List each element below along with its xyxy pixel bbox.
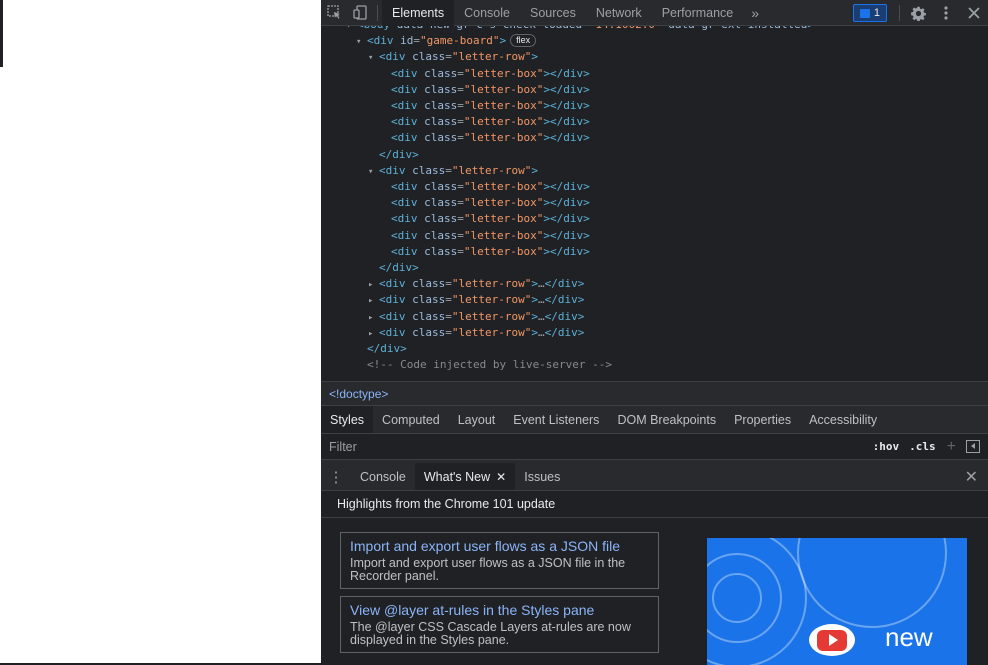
dom-node-line[interactable]: ▸ <div class="letter-row">…</div>: [368, 309, 584, 325]
chrome-logo-ring: [712, 573, 762, 623]
styles-filter-bar: :hov .cls +: [321, 433, 988, 460]
class-toggle[interactable]: .cls: [904, 440, 941, 453]
dom-node-line[interactable]: </div>: [367, 341, 407, 357]
chrome-logo-ring: [797, 538, 947, 628]
toolbar-divider: [899, 5, 900, 21]
dom-node-line[interactable]: <div class="letter-box"></div>: [391, 228, 590, 244]
tab-styles[interactable]: Styles: [321, 406, 374, 433]
dom-node-line[interactable]: <div class="letter-box"></div>: [391, 244, 590, 260]
page-scrollbar[interactable]: [0, 0, 3, 67]
styles-filter-input[interactable]: [321, 439, 868, 454]
dom-node-line[interactable]: <div class="letter-box"></div>: [391, 98, 590, 114]
tab-event-listeners[interactable]: Event Listeners: [504, 406, 608, 433]
dom-node-line[interactable]: <div class="letter-box"></div>: [391, 114, 590, 130]
expand-toggle-icon[interactable]: ▾: [356, 34, 367, 50]
drawer-tab-issues[interactable]: Issues: [515, 463, 569, 490]
drawer-tab-whats-new[interactable]: What's New ✕: [414, 463, 516, 490]
drawer-menu-icon[interactable]: ⋮: [321, 463, 351, 490]
main-tabs: Elements Console Sources Network Perform…: [382, 0, 767, 26]
drawer-tabs: ⋮ Console What's New ✕ Issues ✕: [321, 463, 988, 491]
message-icon: [859, 8, 870, 18]
video-thumbnail[interactable]: new: [707, 538, 967, 665]
dom-node-line[interactable]: ▾ <div class="letter-row">: [368, 163, 538, 179]
dom-node-line[interactable]: </div>: [379, 147, 419, 163]
new-style-rule-icon[interactable]: +: [941, 438, 962, 456]
dom-node-line[interactable]: <div class="letter-box"></div>: [391, 130, 590, 146]
tab-accessibility[interactable]: Accessibility: [800, 406, 886, 433]
tab-elements[interactable]: Elements: [382, 0, 455, 26]
inspected-page: [0, 0, 321, 665]
dom-node-line[interactable]: <div class="letter-box"></div>: [391, 66, 590, 82]
breadcrumb-doctype[interactable]: <!doctype>: [329, 387, 388, 401]
dom-node-line[interactable]: ▸ <div class="letter-row">…</div>: [368, 325, 584, 341]
whats-new-panel: Highlights from the Chrome 101 update Im…: [321, 491, 988, 665]
tab-console[interactable]: Console: [454, 0, 520, 26]
inspect-element-icon[interactable]: [321, 0, 347, 26]
more-tabs-button[interactable]: »: [743, 0, 767, 26]
tab-network[interactable]: Network: [586, 0, 652, 26]
toggle-sidebar-icon[interactable]: [966, 440, 980, 453]
close-drawer-icon[interactable]: ✕: [965, 463, 978, 491]
customize-menu-icon[interactable]: [932, 0, 960, 26]
tab-properties[interactable]: Properties: [725, 406, 800, 433]
youtube-play-icon[interactable]: [809, 624, 855, 656]
tab-sources[interactable]: Sources: [520, 0, 586, 26]
devtools-toolbar: Elements Console Sources Network Perform…: [321, 0, 988, 26]
dom-tree[interactable]: ▾<body data-new-gr-c-s-check-loaded="14.…: [321, 26, 988, 381]
expand-toggle-icon[interactable]: ▾: [368, 164, 379, 180]
devtools-panel: Elements Console Sources Network Perform…: [321, 0, 988, 665]
dom-node-line[interactable]: ▸ <div class="letter-row">…</div>: [368, 292, 584, 308]
device-toolbar-icon[interactable]: [347, 0, 373, 26]
dom-node-line[interactable]: <div class="letter-box"></div>: [391, 179, 590, 195]
dom-node-line[interactable]: <div class="letter-box"></div>: [391, 82, 590, 98]
close-devtools-icon[interactable]: [960, 0, 988, 26]
styles-tabs: Styles Computed Layout Event Listeners D…: [321, 405, 988, 433]
tab-layout[interactable]: Layout: [449, 406, 505, 433]
breadcrumb: <!doctype>: [321, 381, 988, 405]
dom-node-line[interactable]: <!-- Code injected by live-server -->: [367, 357, 612, 373]
expand-toggle-icon[interactable]: ▸: [368, 293, 379, 309]
tab-performance[interactable]: Performance: [652, 0, 744, 26]
dom-node-line[interactable]: ▾ <div class="letter-row">: [368, 49, 538, 65]
toolbar-divider: [377, 4, 378, 21]
drawer-tab-whats-new-label: What's New: [423, 469, 491, 484]
drawer-tab-console[interactable]: Console: [351, 463, 415, 490]
feature-card[interactable]: Import and export user flows as a JSON f…: [340, 532, 659, 589]
tab-computed[interactable]: Computed: [373, 406, 449, 433]
feature-card-description: Import and export user flows as a JSON f…: [350, 556, 626, 583]
feature-card[interactable]: View @layer at-rules in the Styles pane …: [340, 596, 659, 653]
dom-node-line[interactable]: <div class="letter-box"></div>: [391, 195, 590, 211]
dom-node-line[interactable]: <div class="letter-box"></div>: [391, 211, 590, 227]
settings-gear-icon[interactable]: [904, 0, 932, 26]
dom-node-line[interactable]: ▾ <div id="game-board"> flex: [356, 33, 537, 50]
toolbar-actions: 1: [852, 0, 988, 26]
feature-card-title[interactable]: View @layer at-rules in the Styles pane: [350, 602, 649, 619]
dom-node-line[interactable]: ▸ <div class="letter-row">…</div>: [368, 276, 584, 292]
expand-toggle-icon[interactable]: ▾: [368, 50, 379, 66]
promo-text: new: [885, 622, 933, 652]
expand-toggle-icon[interactable]: ▸: [368, 310, 379, 326]
expand-toggle-icon[interactable]: ▸: [368, 326, 379, 342]
close-tab-icon[interactable]: ✕: [496, 470, 506, 484]
hover-state-toggle[interactable]: :hov: [868, 440, 905, 453]
whats-new-heading: Highlights from the Chrome 101 update: [321, 491, 988, 518]
dom-node-line[interactable]: </div>: [379, 260, 419, 276]
expand-toggle-icon[interactable]: ▸: [368, 277, 379, 293]
feature-card-description: The @layer CSS Cascade Layers at-rules a…: [350, 620, 631, 647]
message-count: 1: [873, 7, 880, 19]
dom-node-line[interactable]: ▾<body data-new-gr-c-s-check-loaded="14.…: [346, 26, 814, 33]
messages-badge[interactable]: 1: [852, 4, 887, 22]
feature-card-title[interactable]: Import and export user flows as a JSON f…: [350, 538, 649, 555]
tab-dom-breakpoints[interactable]: DOM Breakpoints: [608, 406, 725, 433]
